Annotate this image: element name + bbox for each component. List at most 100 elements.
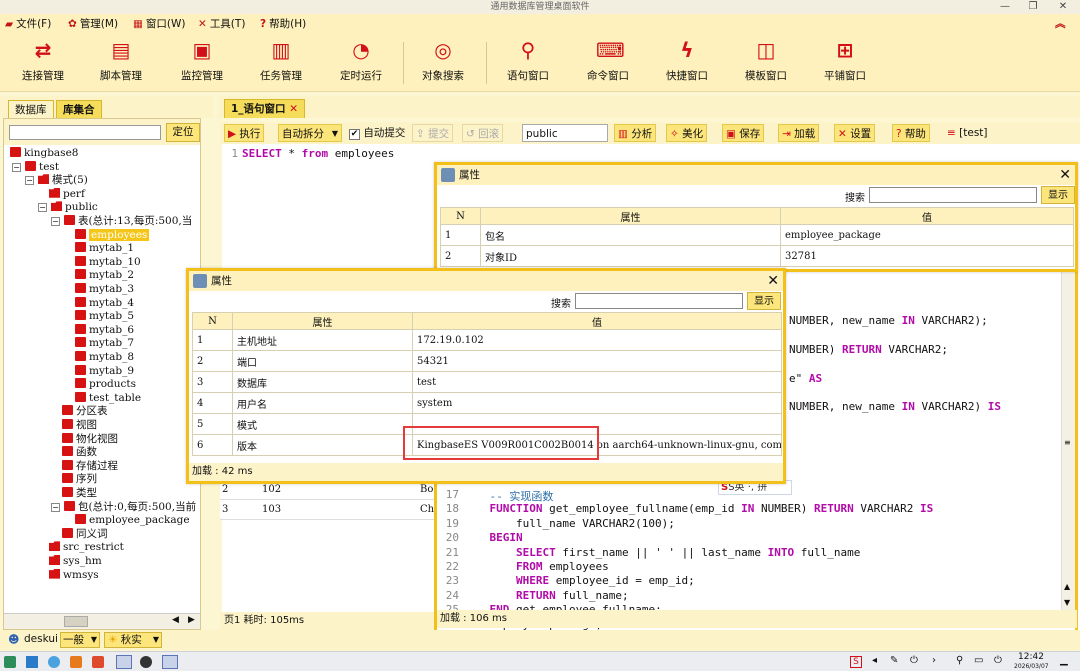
tree-node[interactable]: wmsys	[49, 568, 99, 582]
tree-node[interactable]: 类型	[62, 487, 97, 500]
expand-tray-icon[interactable]: ›	[932, 655, 936, 666]
collapse-chevron-icon[interactable]: ︽	[1055, 16, 1066, 32]
tree-node[interactable]: mytab_7	[75, 337, 134, 350]
locate-button[interactable]: 定位	[166, 123, 200, 142]
table-row[interactable]: 2 对象ID 32781	[440, 245, 1074, 267]
tree-node[interactable]: test_table	[75, 391, 141, 405]
tree-node[interactable]: 包(总计:0,每页:500,当前	[64, 500, 196, 514]
toolbar-tile-window[interactable]: ⊞ 平铺窗口	[808, 38, 882, 90]
table-row[interactable]: 2 端口 54321	[192, 350, 782, 372]
close-dialog-icon[interactable]: ✕	[1059, 165, 1071, 185]
close-window-button[interactable]: ✕	[1048, 0, 1078, 14]
theme-select[interactable]: ☀ 秋实 ▼	[104, 632, 162, 648]
toolbar-tasks[interactable]: ▥ 任务管理	[244, 38, 318, 90]
store-icon[interactable]	[92, 656, 104, 668]
maximize-button[interactable]: ❐	[1018, 0, 1048, 14]
tree-node[interactable]: mytab_6	[75, 323, 134, 337]
tree-node[interactable]: mytab_8	[75, 351, 134, 364]
run-button[interactable]: ▶ 执行	[224, 124, 265, 142]
tree-expander-icon[interactable]: −	[51, 502, 60, 512]
tree-node[interactable]: 物化视图	[62, 432, 118, 446]
close-tab-icon[interactable]: ✕	[289, 103, 298, 115]
schema-field[interactable]: public	[522, 124, 608, 142]
tree-search-input[interactable]	[9, 125, 161, 140]
tree-node[interactable]: sys_hm	[49, 555, 102, 568]
menu-window[interactable]: ▦ 窗口(W)	[133, 16, 186, 32]
tree-node[interactable]: test	[25, 160, 59, 174]
toolbar-command-window[interactable]: ⌨ 命令窗口	[571, 38, 645, 90]
tree-expander-icon[interactable]: −	[51, 217, 60, 226]
scroll-thumb[interactable]	[64, 616, 88, 627]
db-app-icon[interactable]	[162, 655, 178, 669]
help-button[interactable]: ? 帮助	[892, 124, 930, 142]
scroll-left-arrow-icon[interactable]: ◀	[168, 615, 183, 628]
close-dialog-icon[interactable]: ✕	[767, 271, 779, 291]
shutdown-icon[interactable]: ⏻	[994, 655, 1002, 666]
rollback-button[interactable]: ↺ 回滚	[462, 124, 504, 142]
tree-node[interactable]: mytab_9	[75, 364, 134, 378]
notification-icon[interactable]: ▁	[1060, 655, 1068, 666]
load-button[interactable]: ⇥ 加载	[778, 124, 820, 142]
tree-node[interactable]: mytab_5	[75, 310, 134, 323]
tree-node[interactable]: mytab_2	[75, 269, 134, 282]
scroll-down-arrow-icon[interactable]: ▼	[1064, 598, 1070, 607]
power-icon[interactable]: ⏻	[910, 655, 918, 666]
tree-node[interactable]: perf	[49, 187, 85, 201]
tree-expander-icon[interactable]: −	[12, 162, 21, 172]
tree-node[interactable]: mytab_3	[75, 283, 134, 296]
menu-manage[interactable]: ✿ 管理(M)	[68, 16, 118, 32]
tab-database[interactable]: 数据库	[8, 100, 54, 118]
tab-statement-window-1[interactable]: 1_语句窗口 ✕	[224, 99, 306, 118]
autosplit-select[interactable]: 自动拆分 ▼	[278, 124, 342, 142]
pen-icon[interactable]: ✎	[890, 655, 898, 666]
toolbar-connect[interactable]: ⇄ 连接管理	[6, 38, 80, 90]
toolbar-monitor[interactable]: ▣ 监控管理	[165, 38, 239, 90]
table-row[interactable]: 3 数据库 test	[192, 371, 782, 393]
tree-node[interactable]: kingbase8	[10, 147, 78, 160]
toolbar-scripts[interactable]: ▤ 脚本管理	[84, 38, 158, 90]
table-row[interactable]: 4 用户名 system	[192, 392, 782, 414]
tree-node[interactable]: employee_package	[75, 514, 190, 527]
tree-node[interactable]: mytab_10	[75, 255, 141, 269]
table-row[interactable]: 3 103 Ch	[220, 500, 436, 520]
minimize-button[interactable]: —	[990, 0, 1020, 14]
files-icon[interactable]	[70, 656, 82, 668]
start-icon[interactable]	[4, 656, 16, 668]
clock[interactable]: 12:42 2026/03/07	[1014, 653, 1049, 671]
save-button[interactable]: ▣ 保存	[722, 124, 765, 142]
commit-button[interactable]: ⇪ 提交	[412, 124, 454, 142]
tree-node[interactable]: 模式(5)	[38, 174, 88, 187]
show-button[interactable]: 显示	[747, 292, 781, 310]
toolbar-template-window[interactable]: ◫ 模板窗口	[729, 38, 803, 90]
tree-node[interactable]: 函数	[62, 446, 97, 459]
terminal-icon[interactable]	[26, 656, 38, 668]
network-icon[interactable]: ▭	[974, 655, 983, 666]
tree-node[interactable]: 分区表	[62, 405, 108, 418]
app-dark-icon[interactable]	[140, 656, 152, 668]
tree-expander-icon[interactable]: −	[25, 176, 34, 186]
tree-node[interactable]: mytab_4	[75, 296, 134, 310]
browser-icon[interactable]	[48, 656, 60, 668]
table-row[interactable]: 1 主机地址 172.19.0.102	[192, 329, 782, 351]
tree-node[interactable]: mytab_1	[75, 242, 134, 255]
tree-node[interactable]: products	[75, 378, 136, 391]
menu-help[interactable]: ? 帮助(H)	[260, 16, 306, 32]
scroll-right-arrow-icon[interactable]: ▶	[184, 615, 199, 628]
volume-icon[interactable]: ◂	[872, 655, 877, 666]
tree-node[interactable]: 同义词	[62, 527, 108, 541]
tree-node[interactable]: src_restrict	[49, 541, 124, 554]
tree-horizontal-scrollbar[interactable]: ◀ ▶	[4, 613, 200, 629]
tab-db-collection[interactable]: 库集合	[56, 100, 102, 118]
scroll-up-arrow-icon[interactable]: ▲	[1064, 582, 1070, 591]
tree-node[interactable]: 存储过程	[62, 459, 118, 473]
mode-select[interactable]: 一般 ▼	[60, 632, 100, 648]
toolbar-quick-window[interactable]: ϟ 快捷窗口	[650, 38, 724, 90]
tree-node[interactable]: 序列	[62, 473, 97, 486]
app-settings-icon[interactable]	[116, 655, 132, 669]
toolbar-object-search[interactable]: ◎ 对象搜索	[406, 38, 480, 90]
search-icon[interactable]: ⚲	[956, 655, 963, 666]
toolbar-statement-window[interactable]: ⚲ 语句窗口	[491, 38, 565, 90]
analyze-button[interactable]: ▥ 分析	[614, 124, 657, 142]
table-row[interactable]: 1 包名 employee_package	[440, 224, 1074, 246]
scroll-grip-icon[interactable]: ≡	[1064, 438, 1071, 447]
